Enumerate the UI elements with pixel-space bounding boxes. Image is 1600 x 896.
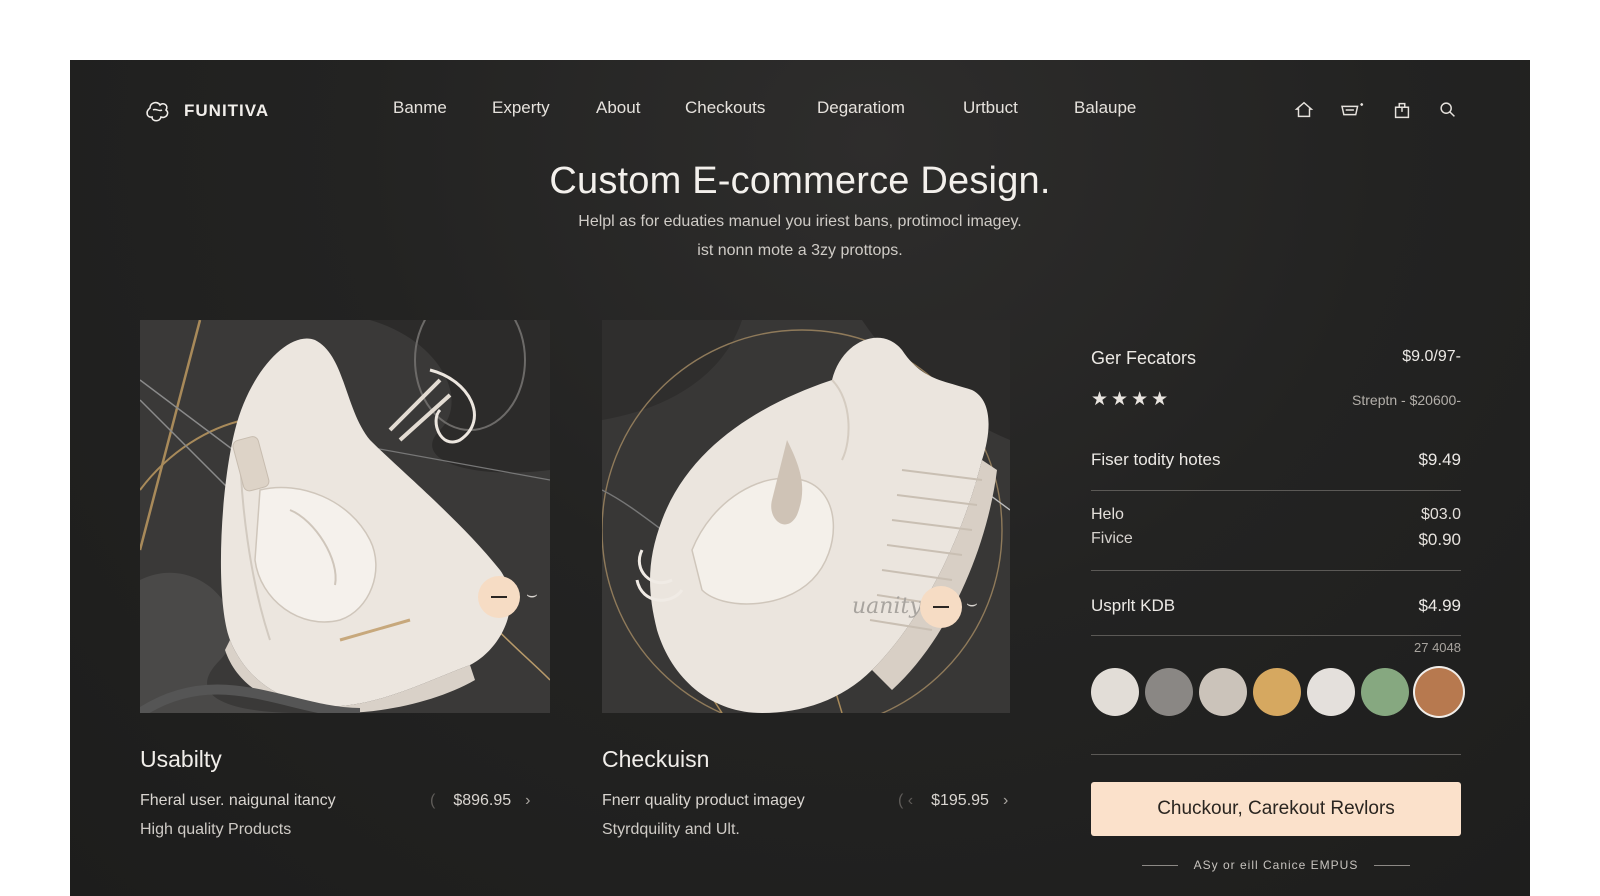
price-prefix: (	[430, 792, 436, 809]
summary-header: Ger Fecators $9.0/97-	[1091, 348, 1461, 369]
product-image-2[interactable]: uanity ⌣	[602, 320, 1010, 713]
cart-icon[interactable]	[1338, 98, 1368, 122]
remove-quantity-button[interactable]	[920, 586, 962, 628]
footnote-text: ASy or eill Canice EMPUS	[1193, 858, 1359, 872]
color-swatch[interactable]	[1199, 668, 1247, 716]
product-card-2[interactable]: uanity ⌣ Checkuisn Fnerr quality product…	[602, 320, 1010, 838]
summary-row-price: $03.0	[1420, 506, 1461, 523]
checkout-button[interactable]: Chuckour, Carekout Revlors	[1091, 782, 1461, 836]
menu-item-about[interactable]: About	[596, 98, 640, 118]
product-title: Checkuisn	[602, 746, 710, 772]
quantity-tail-icon: ⌣	[526, 584, 538, 604]
star-rating: ★★★★	[1091, 389, 1172, 410]
product-image-1[interactable]: ⌣	[140, 320, 550, 713]
chevron-right-icon: ›	[1002, 792, 1009, 809]
color-swatch[interactable]	[1415, 668, 1463, 716]
summary-row-label: Usprlt KDB	[1091, 596, 1176, 615]
sneaker-image	[602, 320, 1010, 713]
summary-row: Fivice $0.90	[1091, 530, 1461, 550]
home-icon[interactable]	[1292, 98, 1316, 122]
product-price: $195.95	[931, 792, 989, 809]
color-swatch[interactable]	[1091, 668, 1139, 716]
summary-header-price: $9.0/97-	[1402, 348, 1461, 365]
divider	[1091, 490, 1461, 491]
product-title: Usabilty	[140, 746, 222, 772]
color-swatch[interactable]	[1145, 668, 1193, 716]
quantity-tail-icon: ⌣	[966, 593, 978, 613]
summary-row-label: Fiser todity hotes	[1091, 450, 1221, 469]
swatch-caption: 27 4048	[1414, 640, 1461, 655]
product-price-link[interactable]: ( $896.95 ›	[430, 792, 531, 810]
summary-row-price: $9.49	[1418, 450, 1461, 469]
summary-row-label: Helo	[1091, 506, 1124, 523]
summary-row: Helo $03.0	[1091, 506, 1461, 524]
sneaker-image	[140, 320, 550, 713]
price-prefix: ( ‹	[898, 792, 914, 809]
divider	[1091, 570, 1461, 571]
menu-item-degaratiom[interactable]: Degaratiom	[817, 98, 905, 118]
divider-line	[1141, 864, 1178, 866]
color-swatch[interactable]	[1361, 668, 1409, 716]
color-swatch[interactable]	[1253, 668, 1301, 716]
search-icon[interactable]	[1436, 98, 1460, 122]
summary-row: Fiser todity hotes $9.49	[1091, 450, 1461, 470]
product-price-link[interactable]: ( ‹ $195.95 ›	[898, 792, 1008, 810]
menu-item-banme[interactable]: Banme	[393, 98, 447, 118]
summary-row-price: $0.90	[1418, 530, 1461, 549]
product-subdescription: High quality Products	[140, 821, 292, 838]
chevron-right-icon: ›	[525, 792, 531, 809]
brand-name: FUNITIVA	[184, 101, 270, 120]
bag-icon[interactable]	[1390, 98, 1414, 122]
product-card-1[interactable]: ⌣ Usabilty Fheral user. naigunal itancy …	[140, 320, 550, 838]
menu-item-experty[interactable]: Experty	[492, 98, 550, 118]
product-price: $896.95	[453, 792, 512, 809]
hero-subtitle-line2: ist nonn mote a 3zy prottops.	[697, 242, 903, 259]
summary-row: Usprlt KDB $4.99	[1091, 596, 1461, 616]
remove-quantity-button[interactable]	[478, 576, 520, 618]
hero-subtitle-line1: Helpl as for eduaties manuel you iriest …	[578, 213, 1022, 230]
product-subdescription: Styrdquility and Ult.	[602, 821, 740, 838]
page-frame: FUNITIVA Banme Experty About Checkouts D…	[70, 60, 1530, 896]
product-description: Fheral user. naigunal itancy	[140, 792, 336, 809]
top-nav: FUNITIVA Banme Experty About Checkouts D…	[70, 60, 1530, 160]
divider	[1091, 635, 1461, 636]
quantity-label: uanity	[852, 594, 922, 619]
rating-row: ★★★★ Streptn - $20600-	[1091, 388, 1461, 411]
menu-item-urtbuct[interactable]: Urtbuct	[963, 98, 1018, 118]
color-swatch[interactable]	[1307, 668, 1355, 716]
summary-row-label: Fivice	[1091, 530, 1133, 547]
menu-item-checkouts[interactable]: Checkouts	[685, 98, 765, 118]
footnote: ASy or eill Canice EMPUS	[1091, 858, 1461, 872]
summary-row-price: $4.99	[1418, 596, 1461, 615]
nav-icons	[1292, 98, 1460, 122]
swatch-caption-row: 27 4048	[1091, 640, 1461, 655]
divider	[1091, 754, 1461, 755]
hero-title: Custom E-commerce Design.	[549, 160, 1051, 202]
brand[interactable]: FUNITIVA	[142, 96, 269, 126]
menu-item-balaupe[interactable]: Balaupe	[1074, 98, 1136, 118]
brand-logo-icon	[146, 101, 169, 122]
shipping-text: Streptn - $20600-	[1352, 391, 1461, 408]
divider-line	[1374, 864, 1411, 866]
summary-header-label: Ger Fecators	[1091, 348, 1197, 368]
color-swatches	[1091, 668, 1463, 716]
product-description: Fnerr quality product imagey	[602, 792, 805, 809]
